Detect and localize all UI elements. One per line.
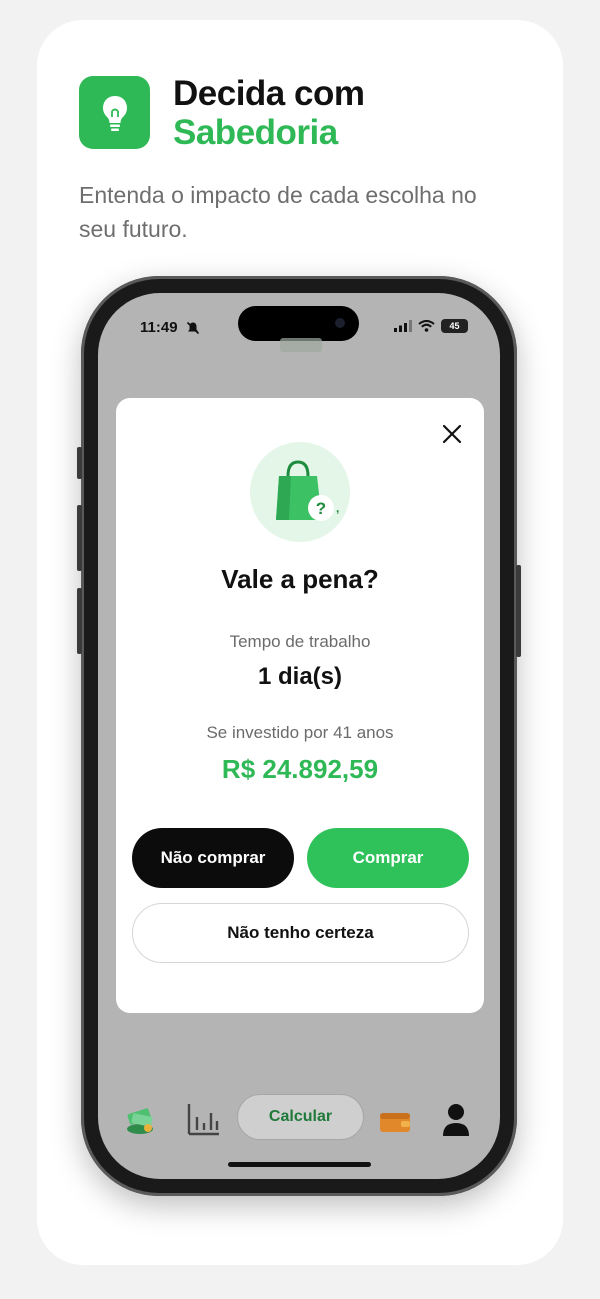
work-time-value: 1 dia(s) (257, 663, 343, 690)
app-icon (79, 76, 150, 149)
cellular-signal-icon (394, 320, 412, 332)
investment-label: Se investido por 41 anos (206, 723, 394, 742)
user-icon (443, 1104, 469, 1136)
purchase-decision-modal: ? , Vale a pena? Tempo de trabalho 1 dia… (116, 398, 484, 1013)
wifi-icon (418, 320, 435, 332)
dont-buy-button[interactable]: Não comprar (132, 828, 294, 888)
buy-button[interactable]: Comprar (307, 828, 469, 888)
calculate-button[interactable]: Calcular (237, 1094, 364, 1140)
subtitle: Entenda o impacto de cada escolha no seu… (79, 182, 477, 242)
headline-line2: Sabedoria (173, 113, 338, 152)
bar-chart-icon (187, 1104, 219, 1136)
nav-wallet[interactable] (379, 1110, 411, 1134)
calculate-label: Calcular (268, 1108, 333, 1125)
svg-text:?: ? (316, 499, 326, 518)
wallet-icon (380, 1113, 410, 1132)
status-icons: 45 (394, 319, 468, 333)
svg-text:,: , (336, 501, 339, 515)
volume-down-button (77, 588, 82, 654)
headline: Decida com Sabedoria (173, 74, 365, 152)
home-indicator (228, 1162, 371, 1167)
close-icon[interactable] (440, 422, 464, 446)
work-time-label: Tempo de trabalho (229, 632, 371, 651)
shopping-bag-question-icon: ? , (276, 460, 339, 521)
nav-profile[interactable] (442, 1103, 470, 1137)
battery-indicator: 45 (441, 319, 468, 333)
money-plant-icon (127, 1108, 153, 1134)
nav-home[interactable] (120, 1101, 160, 1137)
silent-bell-icon (186, 321, 200, 335)
dynamic-island (238, 306, 359, 341)
unsure-button[interactable]: Não tenho certeza (132, 903, 469, 963)
camera-dot (335, 318, 345, 328)
nav-reports[interactable] (186, 1101, 222, 1137)
buy-label: Comprar (352, 848, 424, 867)
modal-title: Vale a pena? (221, 564, 379, 594)
unsure-label: Não tenho certeza (227, 923, 374, 942)
headline-line1: Decida com (173, 74, 365, 113)
phone-screen: 11:49 45 ? , Vale a pena? Tempo de traba… (98, 293, 500, 1179)
power-button (516, 565, 521, 657)
lightbulb-icon (102, 95, 127, 131)
background-item (280, 338, 322, 352)
volume-up-button (77, 505, 82, 571)
investment-value: R$ 24.892,59 (221, 754, 379, 784)
illustration-circle: ? , (250, 442, 350, 542)
action-button (77, 447, 82, 479)
status-time: 11:49 (140, 319, 178, 336)
dont-buy-label: Não comprar (160, 848, 266, 867)
